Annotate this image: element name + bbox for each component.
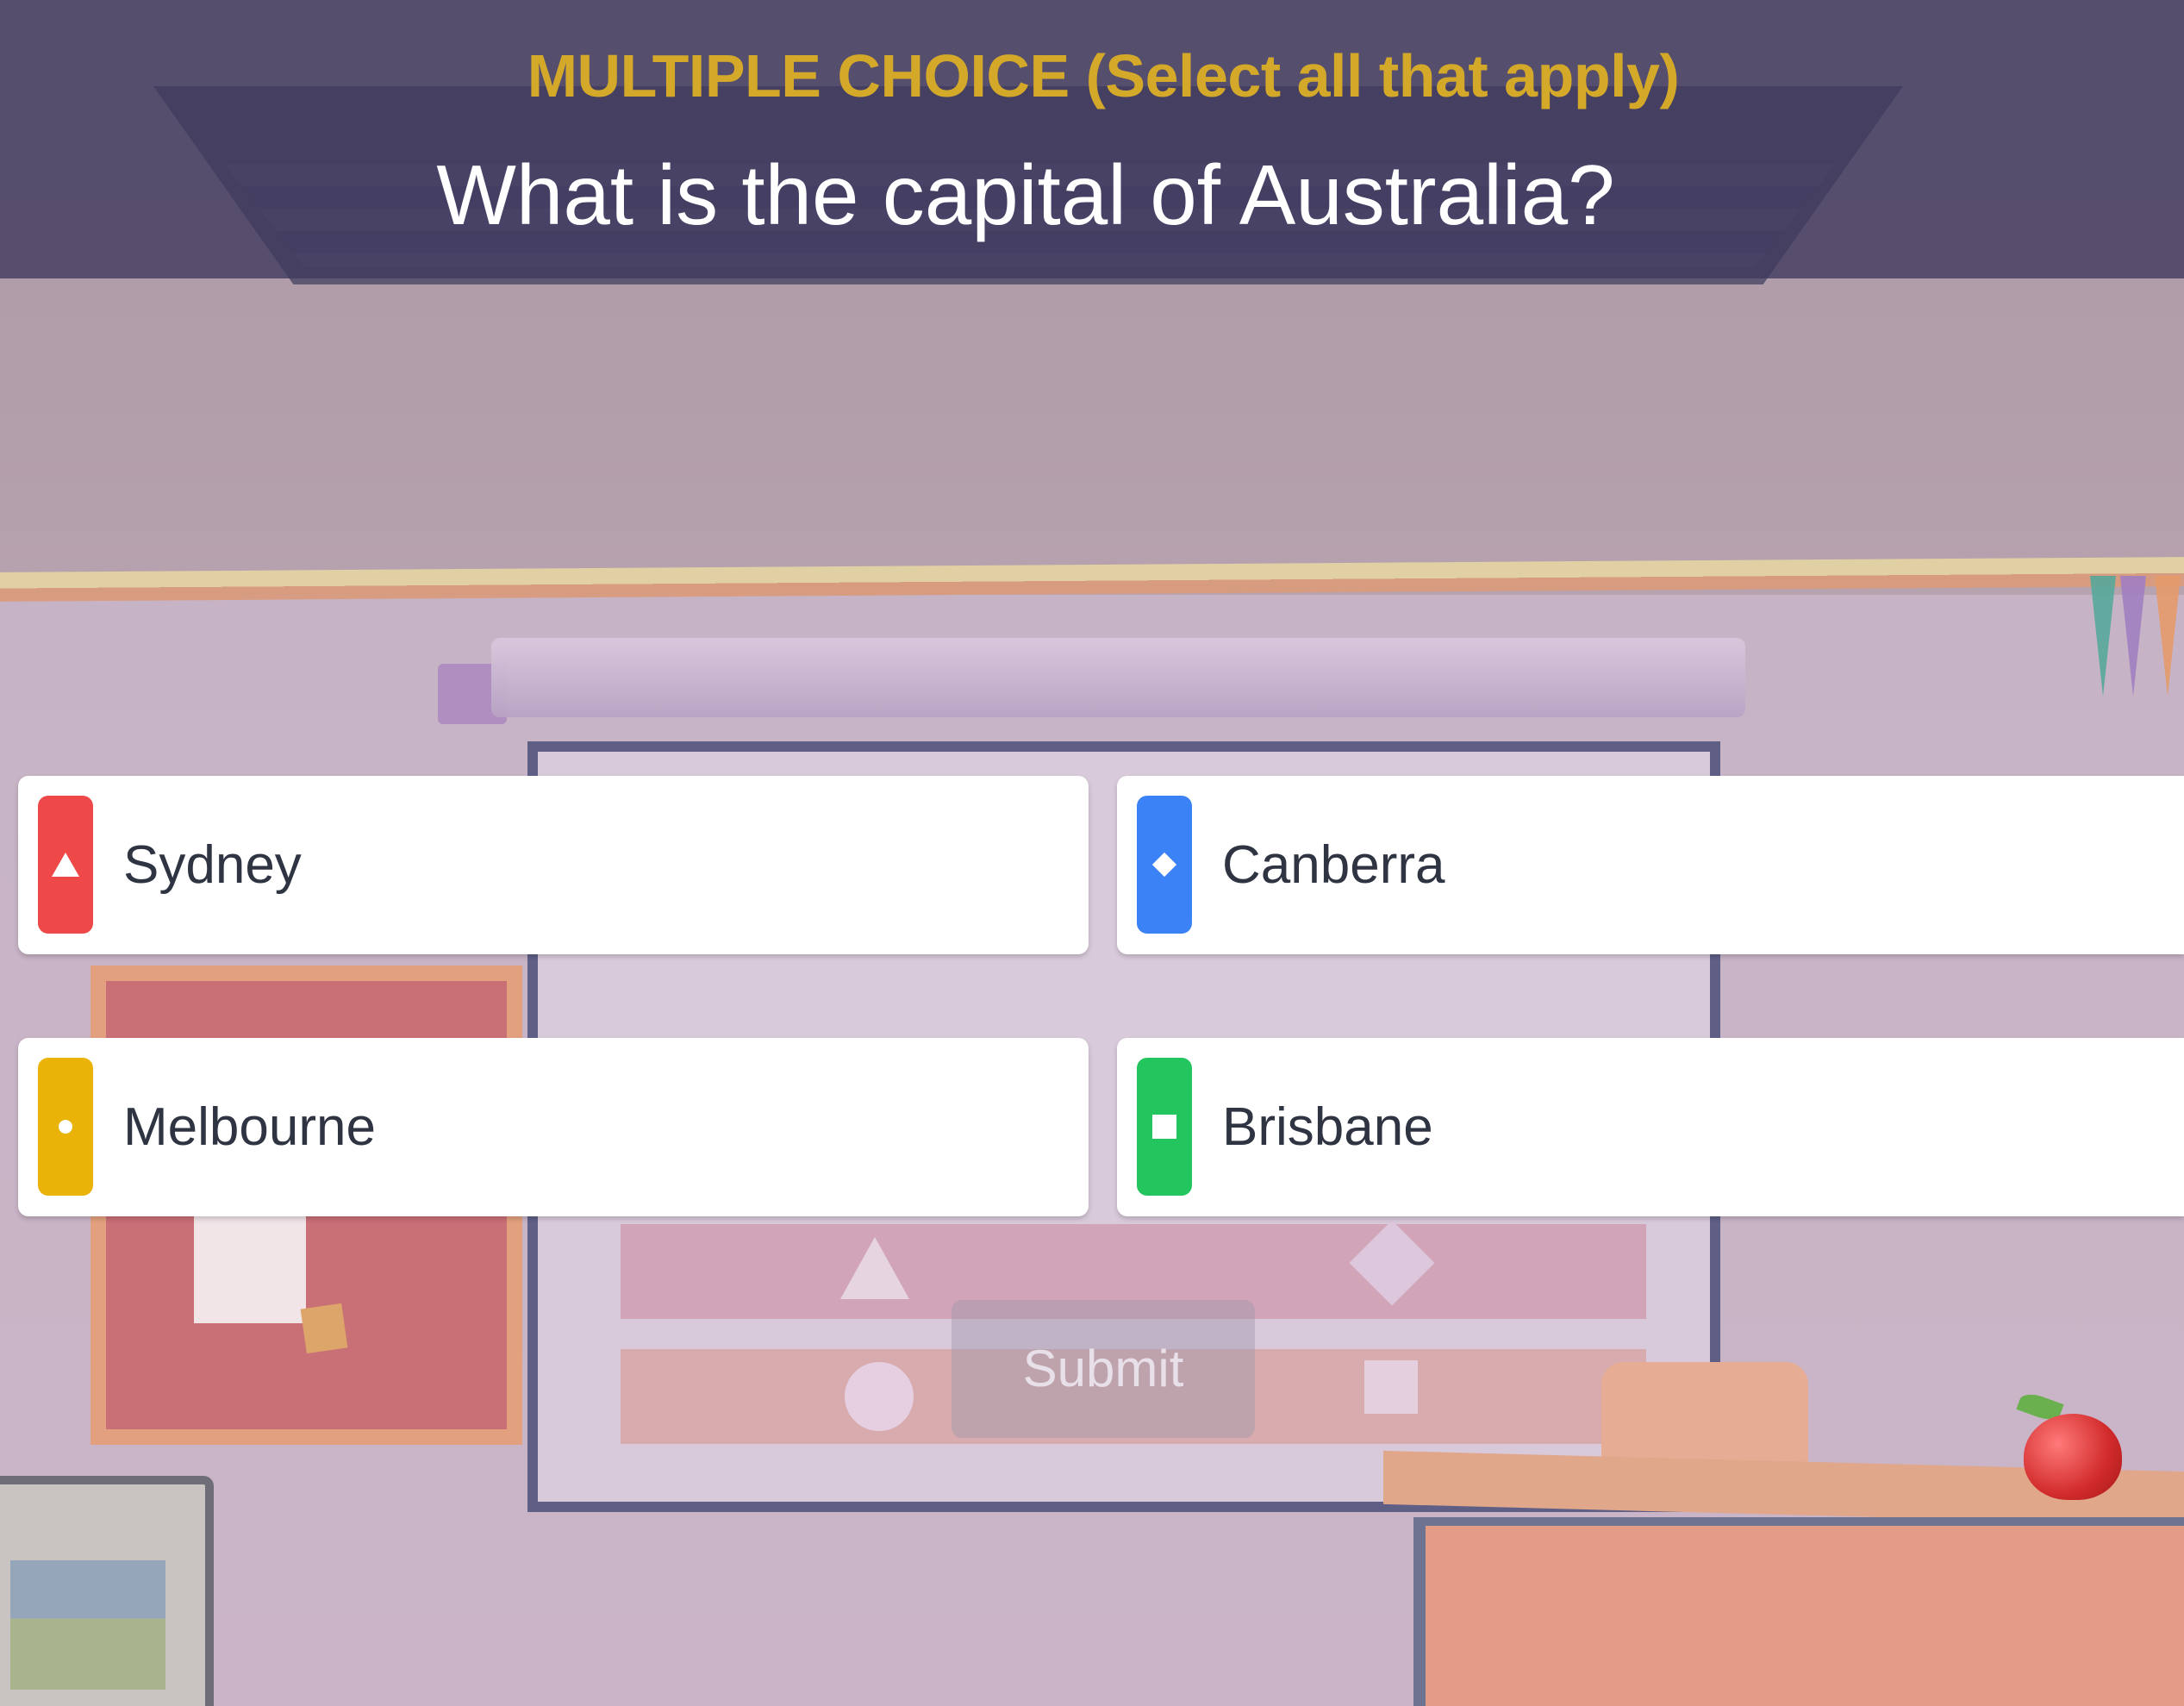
answer-badge-green [1137, 1058, 1192, 1196]
answer-option-sydney[interactable]: Sydney [18, 776, 1089, 954]
sticky-note [300, 1303, 348, 1354]
quiz-screen: MULTIPLE CHOICE (Select all that apply) … [0, 0, 2184, 1706]
question-header: MULTIPLE CHOICE (Select all that apply) … [0, 0, 2184, 278]
apple-icon [2024, 1414, 2122, 1500]
triangle-shape-decoration [840, 1237, 909, 1299]
projector-screen-cap [438, 664, 507, 724]
answer-option-melbourne[interactable]: Melbourne [18, 1038, 1089, 1216]
laptop-screen [10, 1560, 165, 1690]
desk-top [1383, 1450, 2184, 1526]
answer-badge-yellow [38, 1058, 93, 1196]
answer-badge-red [38, 796, 93, 934]
pennant-flag [2155, 576, 2181, 697]
pennant-flag [2090, 576, 2116, 697]
bulletin-note [194, 1211, 306, 1323]
answer-option-canberra[interactable]: Canberra [1117, 776, 2184, 954]
pennant-flag [2120, 576, 2146, 697]
diamond-shape-decoration [1349, 1220, 1435, 1306]
desk-body [1413, 1517, 2184, 1706]
submit-button[interactable]: Submit [952, 1300, 1255, 1438]
answer-label: Canberra [1222, 835, 1445, 895]
square-icon [1152, 1115, 1176, 1139]
question-type-label: MULTIPLE CHOICE (Select all that apply) [527, 42, 1680, 109]
answer-label: Sydney [123, 835, 302, 895]
wall-trim [0, 557, 2184, 602]
circle-shape-decoration [845, 1362, 914, 1431]
answer-option-brisbane[interactable]: Brisbane [1117, 1038, 2184, 1216]
answer-label: Melbourne [123, 1097, 376, 1157]
answer-label: Brisbane [1222, 1097, 1433, 1157]
diamond-icon [1151, 852, 1177, 878]
question-text: What is the capital of Australia? [436, 147, 1615, 242]
chair-illustration [1601, 1362, 1808, 1465]
projector-screen-roll [491, 638, 1745, 717]
answer-badge-blue [1137, 796, 1192, 934]
laptop-illustration [0, 1476, 214, 1706]
circle-icon [59, 1120, 72, 1134]
square-shape-decoration [1364, 1360, 1418, 1414]
apple-leaf [2016, 1390, 2064, 1424]
triangle-icon [52, 853, 79, 877]
